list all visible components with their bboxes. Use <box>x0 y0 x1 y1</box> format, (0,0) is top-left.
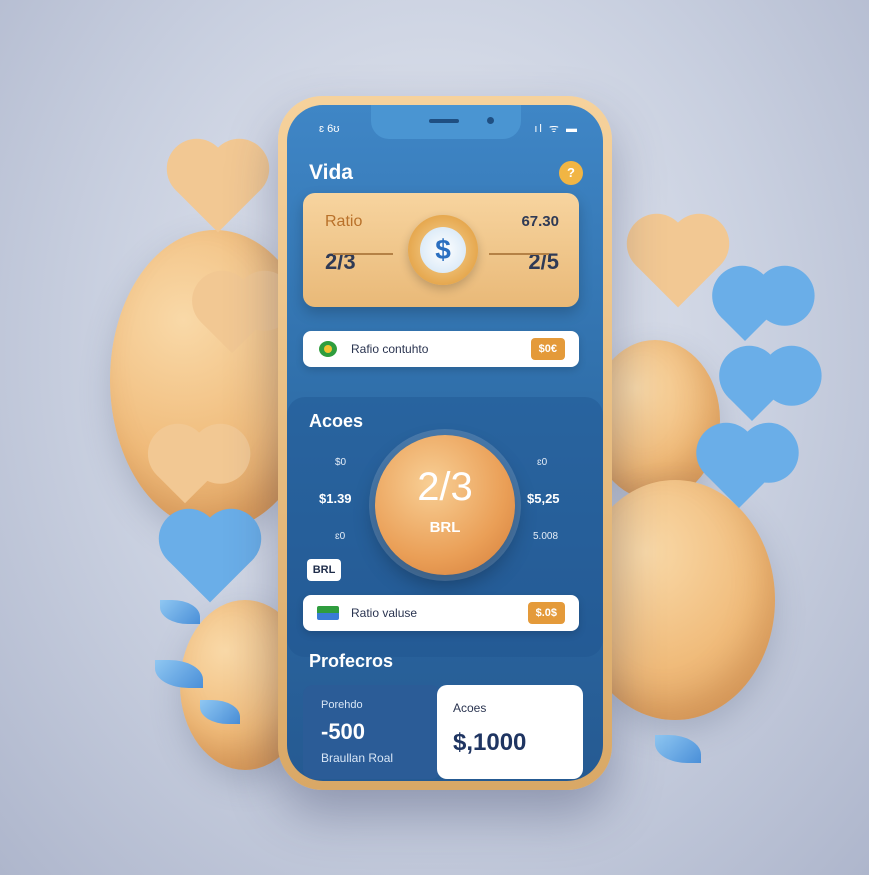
ratio-values-row[interactable]: Ratio valuse $.0$ <box>303 595 579 631</box>
porehdo-card[interactable]: Porehdo -500 Braullan Roal <box>303 685 441 779</box>
ratio-card[interactable]: Ratio 2/3 67.30 2/5 $ <box>303 193 579 307</box>
profecros-title: Profecros <box>309 651 394 671</box>
big-ratio-unit: BRL <box>429 519 461 536</box>
porehdo-label: Porehdo <box>321 699 363 711</box>
acoes-right-top: ɛ0 <box>537 457 548 468</box>
ratio-right-label: 67.30 <box>521 213 559 230</box>
help-button[interactable]: ? <box>559 161 583 185</box>
heart-icon <box>720 292 770 342</box>
status-time: ɛ 6ʊ <box>319 123 340 135</box>
leaf-icon <box>160 600 200 624</box>
acoes-title: Acoes <box>309 411 364 431</box>
acoes-right-bottom: 5.008 <box>533 531 559 542</box>
acoes-left-top: $0 <box>335 457 347 468</box>
dollar-coin-icon: $ <box>408 215 478 285</box>
acoes-left-value: $1.39 <box>319 491 352 506</box>
currency-chip[interactable]: BRL <box>307 559 341 581</box>
ratio-content-row[interactable]: Rafio contuhto $0€ <box>303 331 579 367</box>
acoes-right-value: $5,25 <box>527 491 560 506</box>
ratio-content-label: Rafio contuhto <box>351 342 429 356</box>
ratio-values-badge[interactable]: $.0$ <box>527 602 565 624</box>
ratio-coin[interactable]: 2/3 BRL <box>375 435 515 575</box>
ratio-content-badge[interactable]: $0€ <box>530 338 565 360</box>
ratio-label: Ratio <box>325 213 363 230</box>
app-title: Vida <box>309 161 353 184</box>
divider <box>489 253 549 255</box>
phone-screen: ɛ 6ʊ ıl ᯤ ▬ Vida ? Ratio 2/3 67.30 2/5 $… <box>287 105 603 781</box>
heart-icon <box>727 372 777 422</box>
porehdo-value: -500 <box>321 719 366 744</box>
divider <box>333 253 393 255</box>
heart-icon <box>175 147 261 233</box>
camera-icon <box>487 117 494 124</box>
status-icons: ıl ᯤ ▬ <box>534 123 579 135</box>
phone-notch <box>371 105 521 139</box>
porehdo-currency: Braullan Roal <box>321 751 394 765</box>
brazil-flag-icon <box>319 341 337 357</box>
acoes-card-label: Acoes <box>453 701 487 715</box>
acoes-card-value: $,1000 <box>453 729 527 756</box>
phone-frame: ɛ 6ʊ ıl ᯤ ▬ Vida ? Ratio 2/3 67.30 2/5 $… <box>278 96 612 790</box>
dollar-icon: $ <box>420 227 466 273</box>
speaker-bar <box>429 119 459 123</box>
heart-icon <box>167 517 253 603</box>
big-ratio-value: 2/3 <box>417 465 473 509</box>
ratio-values-label: Ratio valuse <box>351 606 418 620</box>
flag-icon <box>317 606 339 620</box>
leaf-icon <box>655 735 701 763</box>
heart-icon <box>635 222 721 308</box>
acoes-card[interactable]: Acoes $,1000 <box>437 685 583 779</box>
acoes-left-bottom: ɛ0 <box>335 531 346 542</box>
